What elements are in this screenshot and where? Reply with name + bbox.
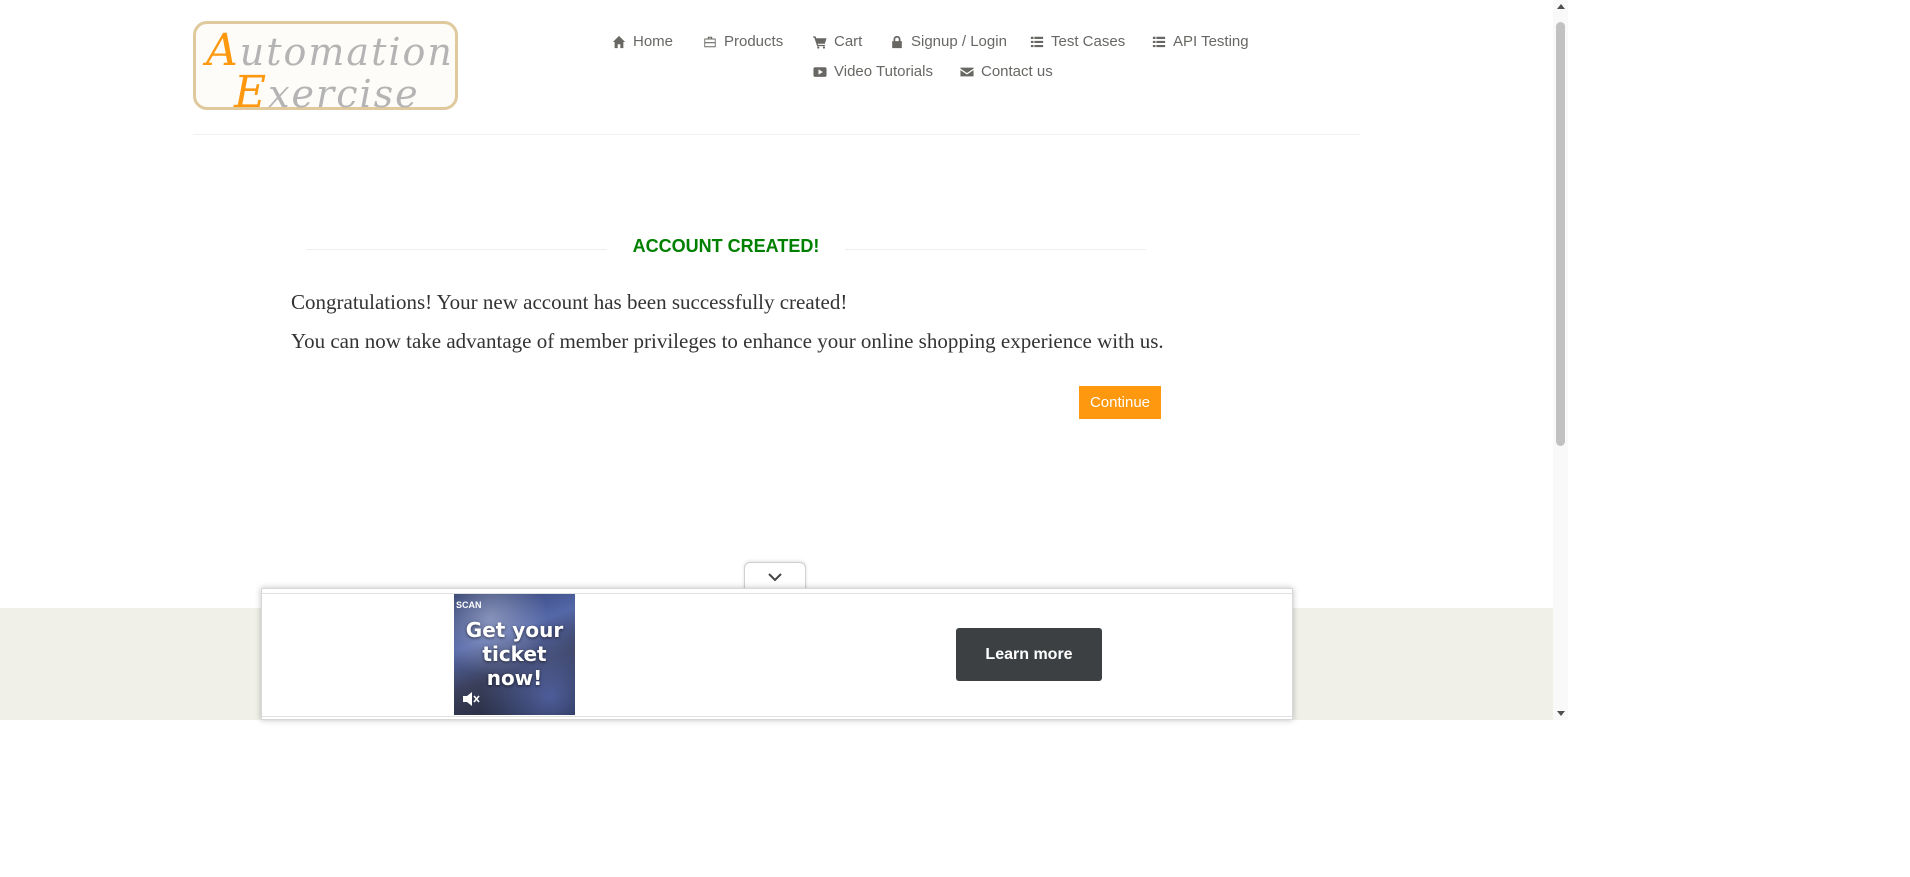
ad-banner: SCAN Get your ticket now! Learn more	[261, 588, 1293, 720]
ad-image-corner-text: SCAN	[456, 600, 482, 610]
nav-item-label: Home	[633, 33, 674, 50]
list-icon	[1152, 36, 1166, 47]
nav-item-label: Signup / Login	[911, 33, 1007, 50]
success-message: Congratulations! Your new account has be…	[291, 290, 848, 314]
youtube-icon	[813, 66, 827, 77]
nav-item-signup-login[interactable]: Signup / Login	[890, 33, 1007, 50]
nav-item-video-tutorials[interactable]: Video Tutorials	[813, 63, 933, 80]
nav-item-api-testing[interactable]: API Testing	[1152, 33, 1249, 50]
nav-item-contact-us[interactable]: Contact us	[960, 63, 1053, 80]
nav-item-label: Test Cases	[1051, 33, 1126, 50]
learn-more-button[interactable]: Learn more	[956, 628, 1102, 681]
mute-icon[interactable]	[462, 691, 480, 707]
scrollbar-thumb[interactable]	[1556, 22, 1565, 446]
envelope-icon	[960, 67, 974, 76]
nav-item-test-cases[interactable]: Test Cases	[1030, 33, 1125, 50]
page-title: ACCOUNT CREATED!	[306, 236, 1146, 257]
cart-icon	[813, 35, 827, 49]
nav-item-label: Cart	[834, 33, 863, 50]
ad-divider-bottom	[262, 716, 1292, 717]
privileges-message: You can now take advantage of member pri…	[291, 329, 1164, 353]
briefcase-icon	[704, 36, 716, 47]
continue-button[interactable]: Continue	[1079, 386, 1161, 419]
nav-item-label: Contact us	[981, 63, 1053, 80]
lock-icon	[892, 35, 902, 48]
scroll-down-arrow-icon[interactable]	[1557, 711, 1565, 716]
nav-item-label: Video Tutorials	[834, 63, 933, 80]
nav-item-label: API Testing	[1173, 33, 1249, 50]
logo-line-2: Exercise	[234, 67, 420, 118]
vertical-scrollbar[interactable]	[1553, 0, 1568, 720]
nav-item-products[interactable]: Products	[703, 33, 783, 50]
site-logo[interactable]: Automation Exercise	[193, 21, 458, 115]
scroll-up-arrow-icon[interactable]	[1557, 4, 1565, 9]
ad-headline: Get your ticket now!	[465, 618, 564, 690]
header-divider	[193, 134, 1360, 135]
account-created-heading-row: ACCOUNT CREATED!	[306, 236, 1146, 260]
home-icon	[612, 35, 626, 48]
ad-collapse-toggle[interactable]	[744, 562, 806, 591]
ad-image[interactable]: SCAN Get your ticket now!	[454, 594, 575, 715]
nav-item-label: Products	[724, 33, 784, 50]
chevron-down-icon	[768, 573, 782, 582]
list-icon	[1030, 36, 1044, 47]
ad-divider	[262, 593, 1292, 594]
nav-item-cart[interactable]: Cart	[813, 33, 862, 50]
nav-item-home[interactable]: Home	[612, 33, 673, 50]
